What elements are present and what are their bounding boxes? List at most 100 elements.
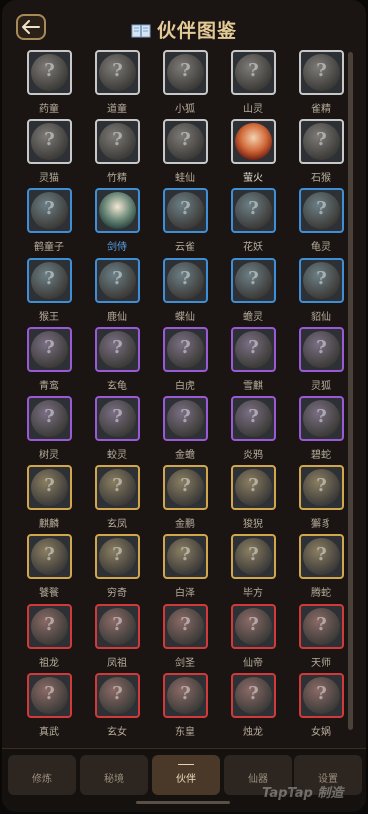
question-mark-icon: ? (248, 613, 259, 635)
question-mark-icon: ? (248, 60, 259, 81)
companion-name: 雀精 (311, 104, 331, 115)
companion-card[interactable]: ? 天师 (288, 602, 354, 671)
companion-name: 金鹏 (175, 519, 195, 531)
companion-card[interactable]: ? 猴王 (16, 256, 82, 325)
companion-card[interactable]: ? 石猴 (288, 117, 354, 186)
companion-name: 狻猊 (243, 519, 263, 531)
companion-card[interactable]: ? 竹精 (84, 117, 150, 186)
companion-card[interactable]: 剑侍 (84, 186, 150, 255)
taptap-watermark: TapTap 制造 (262, 786, 344, 801)
question-mark-icon: ? (44, 613, 55, 635)
companion-card[interactable]: ? 玄龟 (84, 325, 150, 394)
locked-companion-portrait: ? (163, 257, 208, 303)
tab-cultivate[interactable]: 修炼 (8, 755, 76, 795)
question-mark-icon: ? (316, 198, 327, 220)
companion-card[interactable]: ? 雪麒 (220, 325, 286, 394)
locked-companion-portrait: ? (299, 534, 344, 580)
companion-card[interactable]: ? 蟾灵 (220, 256, 286, 325)
question-mark-icon: ? (180, 544, 191, 566)
companion-card[interactable]: ? 毕方 (220, 532, 286, 601)
companion-card[interactable]: ? 小狐 (152, 48, 218, 117)
companion-card[interactable]: ? 腾蛇 (288, 532, 354, 601)
companion-card[interactable]: ? 鹿仙 (84, 256, 150, 325)
tab-label: 伙伴 (176, 774, 196, 785)
companion-name: 蛟灵 (107, 450, 127, 461)
locked-companion-portrait: ? (95, 119, 140, 165)
companion-card[interactable]: ? 貂仙 (288, 256, 354, 325)
companion-name: 灵狐 (311, 380, 331, 392)
companion-card[interactable]: ? 金蟾 (152, 394, 218, 463)
companion-card[interactable]: ? 雀精 (288, 48, 354, 117)
companion-card[interactable]: ? 祖龙 (16, 602, 82, 671)
companion-card[interactable]: ? 真武 (16, 671, 82, 740)
locked-companion-portrait: ? (27, 119, 72, 165)
tab-secret-realm[interactable]: 秘境 (80, 755, 148, 795)
companion-card[interactable]: ? 玄女 (84, 671, 150, 740)
companion-card[interactable]: ? 灵猫 (16, 117, 82, 186)
locked-companion-portrait: ? (299, 50, 344, 95)
companion-name: 剑侍 (107, 242, 127, 254)
companion-card[interactable]: ? 青鸾 (16, 325, 82, 394)
companion-card[interactable]: ? 龟灵 (288, 186, 354, 255)
locked-companion-portrait: ? (163, 119, 208, 165)
companion-card[interactable]: ? 蝶仙 (152, 256, 218, 325)
companion-card[interactable]: ? 白泽 (152, 532, 218, 601)
companion-card[interactable]: ? 蛟灵 (84, 394, 150, 463)
question-mark-icon: ? (112, 336, 123, 358)
companion-name: 仙帝 (243, 657, 263, 669)
companion-card[interactable]: ? 女娲 (288, 671, 354, 740)
locked-companion-portrait: ? (27, 603, 72, 649)
locked-companion-portrait: ? (163, 534, 208, 580)
companion-card[interactable]: ? 金鹏 (152, 463, 218, 532)
home-indicator (136, 801, 230, 804)
companion-card[interactable]: ? 烛龙 (220, 671, 286, 740)
companion-name: 鹿仙 (107, 311, 127, 323)
companion-card[interactable]: ? 碧蛇 (288, 394, 354, 463)
companion-card[interactable]: ? 穷奇 (84, 532, 150, 601)
companion-name: 玄龟 (107, 380, 127, 392)
question-mark-icon: ? (112, 60, 123, 81)
companion-name: 饕餮 (39, 588, 59, 600)
locked-companion-portrait: ? (163, 396, 208, 441)
question-mark-icon: ? (112, 129, 123, 151)
companion-card[interactable]: ? 仙帝 (220, 602, 286, 671)
companion-name: 龟灵 (311, 242, 331, 254)
companion-name: 花妖 (243, 242, 263, 254)
locked-companion-portrait: ? (163, 465, 208, 511)
companion-card[interactable]: ? 剑圣 (152, 602, 218, 671)
companion-name: 腾蛇 (311, 588, 331, 600)
companion-card[interactable]: ? 山灵 (220, 48, 286, 117)
companion-card[interactable]: ? 狻猊 (220, 463, 286, 532)
companion-card[interactable]: ? 灵狐 (288, 325, 354, 394)
companion-card[interactable]: ? 玄凤 (84, 463, 150, 532)
companion-card[interactable]: ? 云雀 (152, 186, 218, 255)
companion-card[interactable]: ? 白虎 (152, 325, 218, 394)
companion-card[interactable]: ? 道童 (84, 48, 150, 117)
companion-card[interactable]: ? 蛙仙 (152, 117, 218, 186)
companion-card[interactable]: ? 炎鸦 (220, 394, 286, 463)
companion-name: 剑圣 (175, 657, 195, 669)
title-text: 伙伴图鉴 (156, 20, 237, 42)
companion-name: 竹精 (107, 173, 127, 185)
companion-card[interactable]: ? 树灵 (16, 394, 82, 463)
companion-name: 蛙仙 (175, 173, 195, 185)
companion-grid: ? 药童? 道童? 小狐? 山灵? 雀精? 灵猫? 竹精? 蛙仙 萤火? 石猴? 鹤童子 剑侍? 云雀? 花… (16, 48, 346, 738)
locked-companion-portrait: ? (299, 119, 344, 165)
book-icon (131, 24, 151, 38)
companion-card[interactable]: ? 药童 (16, 48, 82, 117)
question-mark-icon: ? (316, 475, 327, 497)
companion-card[interactable]: ? 獬豸 (288, 463, 354, 532)
companion-card[interactable]: ? 凤祖 (84, 602, 150, 671)
companion-card[interactable]: ? 麒麟 (16, 463, 82, 532)
locked-companion-portrait: ? (95, 396, 140, 441)
companion-card[interactable]: ? 饕餮 (16, 532, 82, 601)
locked-companion-portrait: ? (299, 326, 344, 372)
scrollbar[interactable] (348, 52, 353, 730)
tab-companions[interactable]: 伙伴 (152, 755, 220, 795)
companion-card[interactable]: ? 花妖 (220, 186, 286, 255)
companion-card[interactable]: 萤火 (220, 117, 286, 186)
companion-card[interactable]: ? 东皇 (152, 671, 218, 740)
companion-name: 云雀 (175, 242, 195, 254)
companion-card[interactable]: ? 鹤童子 (16, 186, 82, 255)
companion-name: 白虎 (175, 380, 195, 392)
